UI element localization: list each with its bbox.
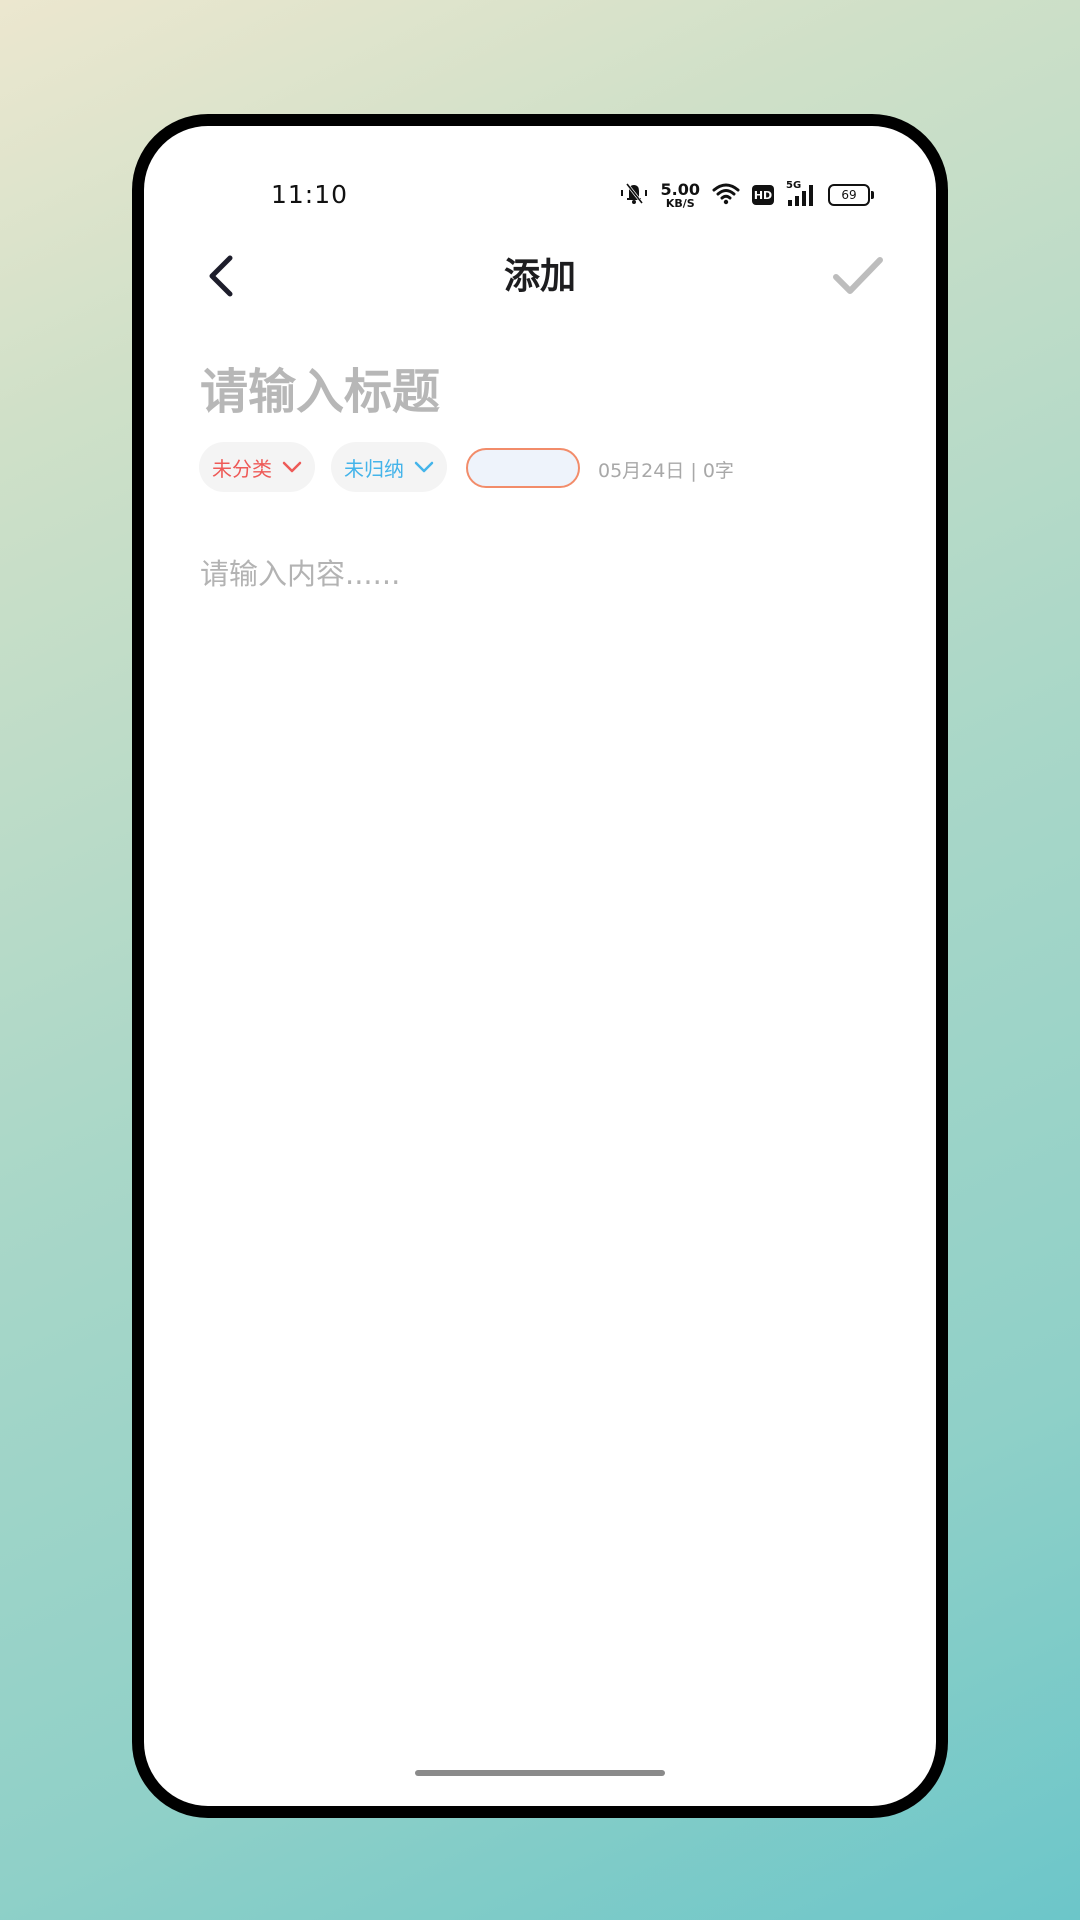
network-speed: 5.00 KB/S [660, 179, 700, 210]
page-title: 添加 [503, 256, 576, 297]
confirm-button[interactable] [828, 250, 888, 300]
network-type-label: 5G [786, 180, 802, 191]
archive-label: 未归纳 [344, 456, 404, 481]
check-icon [833, 257, 883, 294]
home-indicator[interactable] [415, 1770, 665, 1776]
content-input[interactable] [200, 551, 880, 1451]
archive-dropdown[interactable]: 未归纳 [331, 442, 447, 492]
category-dropdown[interactable]: 未分类 [199, 442, 315, 492]
battery-level: 69 [841, 188, 857, 202]
battery-icon: 69 [828, 184, 874, 206]
date-word-count: 05月24日 | 0字 [598, 460, 734, 482]
mute-icon [619, 181, 649, 209]
category-label: 未分类 [212, 456, 272, 481]
chevron-down-icon [282, 461, 302, 473]
wifi-icon [712, 181, 740, 209]
hd-badge: HD [752, 185, 774, 205]
status-time: 11:10 [271, 180, 349, 209]
status-icons: 5.00 KB/S HD 5G 69 [619, 179, 874, 210]
app-screen: 11:10 5.00 KB/S HD 5G 69 添加 请输入标题 未分类 未归… [144, 126, 936, 1806]
chevron-down-icon [414, 461, 434, 473]
signal-icon: 5G [786, 180, 816, 208]
network-speed-unit: KB/S [665, 196, 695, 210]
tag-selector[interactable] [466, 448, 580, 488]
network-speed-value: 5.00 [660, 179, 700, 199]
title-input[interactable] [200, 352, 880, 432]
